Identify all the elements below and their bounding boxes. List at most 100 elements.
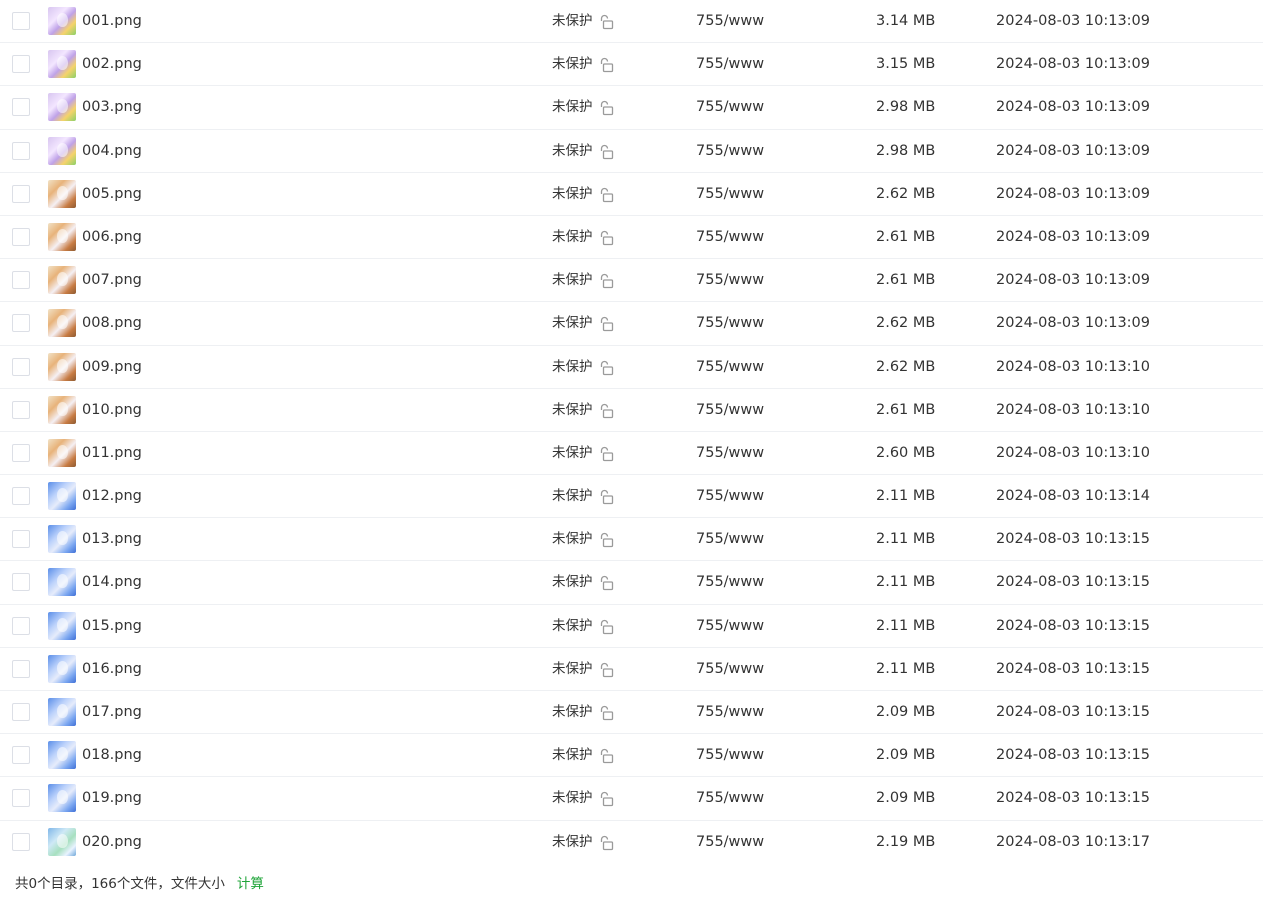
table-row[interactable]: 004.png 未保护 755/www 2.98 MB 2024-08-03 10:13…: [0, 130, 1263, 173]
table-row[interactable]: 001.png 未保护 755/www 3.14 MB 2024-08-03 10:13…: [0, 0, 1263, 44]
row-checkbox[interactable]: [12, 746, 30, 765]
file-permission[interactable]: 755/www: [696, 777, 764, 819]
image-thumbnail-icon[interactable]: [48, 179, 76, 208]
file-permission[interactable]: 755/www: [696, 259, 764, 301]
file-permission[interactable]: 755/www: [696, 605, 764, 647]
table-row[interactable]: 017.png 未保护 755/www 2.09 MB 2024-08-03 10:13…: [0, 691, 1263, 735]
file-name[interactable]: 012.png: [82, 475, 142, 517]
table-row[interactable]: 002.png 未保护 755/www 3.15 MB 2024-08-03 10:13…: [0, 43, 1263, 87]
row-checkbox[interactable]: [12, 573, 30, 592]
file-name[interactable]: 004.png: [82, 130, 142, 172]
image-thumbnail-icon[interactable]: [48, 93, 76, 122]
row-checkbox[interactable]: [12, 616, 30, 635]
unlock-icon[interactable]: [598, 360, 614, 376]
row-checkbox[interactable]: [12, 141, 30, 160]
image-thumbnail-icon[interactable]: [48, 698, 76, 726]
table-row[interactable]: 012.png 未保护 755/www 2.11 MB 2024-08-03 10:13…: [0, 475, 1263, 519]
row-checkbox[interactable]: [12, 357, 30, 376]
unlock-icon[interactable]: [598, 619, 614, 635]
unlock-icon[interactable]: [598, 835, 614, 851]
table-row[interactable]: 018.png 未保护 755/www 2.09 MB 2024-08-03 10:13…: [0, 734, 1263, 778]
table-row[interactable]: 020.png 未保护 755/www 2.19 MB 2024-08-03 10:13…: [0, 821, 1263, 864]
file-name[interactable]: 011.png: [82, 432, 142, 474]
unlock-icon[interactable]: [598, 791, 614, 807]
file-name[interactable]: 016.png: [82, 648, 142, 690]
image-thumbnail-icon[interactable]: [48, 222, 76, 251]
file-permission[interactable]: 755/www: [696, 130, 764, 172]
file-name[interactable]: 015.png: [82, 605, 142, 647]
row-checkbox[interactable]: [12, 98, 30, 117]
row-checkbox[interactable]: [12, 314, 30, 333]
file-permission[interactable]: 755/www: [696, 734, 764, 776]
unlock-icon[interactable]: [598, 662, 614, 678]
table-row[interactable]: 008.png 未保护 755/www 2.62 MB 2024-08-03 10:13…: [0, 302, 1263, 346]
image-thumbnail-icon[interactable]: [48, 266, 76, 295]
file-name[interactable]: 013.png: [82, 518, 142, 560]
unlock-icon[interactable]: [598, 532, 614, 548]
image-thumbnail-icon[interactable]: [48, 827, 76, 856]
image-thumbnail-icon[interactable]: [48, 50, 76, 79]
file-name[interactable]: 003.png: [82, 86, 142, 128]
table-row[interactable]: 016.png 未保护 755/www 2.11 MB 2024-08-03 10:13…: [0, 648, 1263, 691]
row-checkbox[interactable]: [12, 659, 30, 678]
file-name[interactable]: 018.png: [82, 734, 142, 776]
table-row[interactable]: 013.png 未保护 755/www 2.11 MB 2024-08-03 10:13…: [0, 518, 1263, 562]
file-name[interactable]: 017.png: [82, 691, 142, 733]
table-row[interactable]: 015.png 未保护 755/www 2.11 MB 2024-08-03 10:13…: [0, 605, 1263, 648]
table-row[interactable]: 014.png 未保护 755/www 2.11 MB 2024-08-03 10:13…: [0, 561, 1263, 605]
image-thumbnail-icon[interactable]: [48, 7, 76, 35]
file-name[interactable]: 008.png: [82, 302, 142, 344]
table-row[interactable]: 009.png 未保护 755/www 2.62 MB 2024-08-03 10:13…: [0, 346, 1263, 389]
calculate-size-link[interactable]: 计算: [237, 876, 264, 892]
file-permission[interactable]: 755/www: [696, 173, 764, 215]
image-thumbnail-icon[interactable]: [48, 482, 76, 511]
unlock-icon[interactable]: [598, 748, 614, 764]
image-thumbnail-icon[interactable]: [48, 525, 76, 554]
unlock-icon[interactable]: [598, 489, 614, 505]
image-thumbnail-icon[interactable]: [48, 611, 76, 640]
image-thumbnail-icon[interactable]: [48, 309, 76, 338]
image-thumbnail-icon[interactable]: [48, 568, 76, 597]
file-name[interactable]: 019.png: [82, 777, 142, 819]
file-permission[interactable]: 755/www: [696, 302, 764, 344]
file-name[interactable]: 020.png: [82, 821, 142, 863]
unlock-icon[interactable]: [598, 403, 614, 419]
image-thumbnail-icon[interactable]: [48, 395, 76, 424]
file-name[interactable]: 002.png: [82, 43, 142, 85]
unlock-icon[interactable]: [598, 144, 614, 160]
file-permission[interactable]: 755/www: [696, 691, 764, 733]
row-checkbox[interactable]: [12, 487, 30, 506]
unlock-icon[interactable]: [598, 230, 614, 246]
unlock-icon[interactable]: [598, 316, 614, 332]
file-name[interactable]: 001.png: [82, 0, 142, 42]
table-row[interactable]: 006.png 未保护 755/www 2.61 MB 2024-08-03 10:13…: [0, 216, 1263, 260]
file-name[interactable]: 005.png: [82, 173, 142, 215]
image-thumbnail-icon[interactable]: [48, 136, 76, 165]
row-checkbox[interactable]: [12, 832, 30, 851]
image-thumbnail-icon[interactable]: [48, 654, 76, 683]
unlock-icon[interactable]: [598, 14, 614, 30]
row-checkbox[interactable]: [12, 400, 30, 419]
row-checkbox[interactable]: [12, 789, 30, 808]
row-checkbox[interactable]: [12, 443, 30, 462]
unlock-icon[interactable]: [598, 57, 614, 73]
file-permission[interactable]: 755/www: [696, 432, 764, 474]
file-name[interactable]: 009.png: [82, 346, 142, 388]
file-permission[interactable]: 755/www: [696, 86, 764, 128]
row-checkbox[interactable]: [12, 703, 30, 721]
file-permission[interactable]: 755/www: [696, 389, 764, 431]
file-permission[interactable]: 755/www: [696, 43, 764, 85]
row-checkbox[interactable]: [12, 271, 30, 290]
row-checkbox[interactable]: [12, 184, 30, 203]
unlock-icon[interactable]: [598, 187, 614, 203]
table-row[interactable]: 019.png 未保护 755/www 2.09 MB 2024-08-03 10:13…: [0, 777, 1263, 821]
file-permission[interactable]: 755/www: [696, 648, 764, 690]
table-row[interactable]: 010.png 未保护 755/www 2.61 MB 2024-08-03 10:13…: [0, 389, 1263, 432]
row-checkbox[interactable]: [12, 227, 30, 246]
unlock-icon[interactable]: [598, 575, 614, 591]
file-name[interactable]: 010.png: [82, 389, 142, 431]
file-name[interactable]: 007.png: [82, 259, 142, 301]
unlock-icon[interactable]: [598, 446, 614, 462]
row-checkbox[interactable]: [12, 55, 30, 74]
file-name[interactable]: 006.png: [82, 216, 142, 258]
